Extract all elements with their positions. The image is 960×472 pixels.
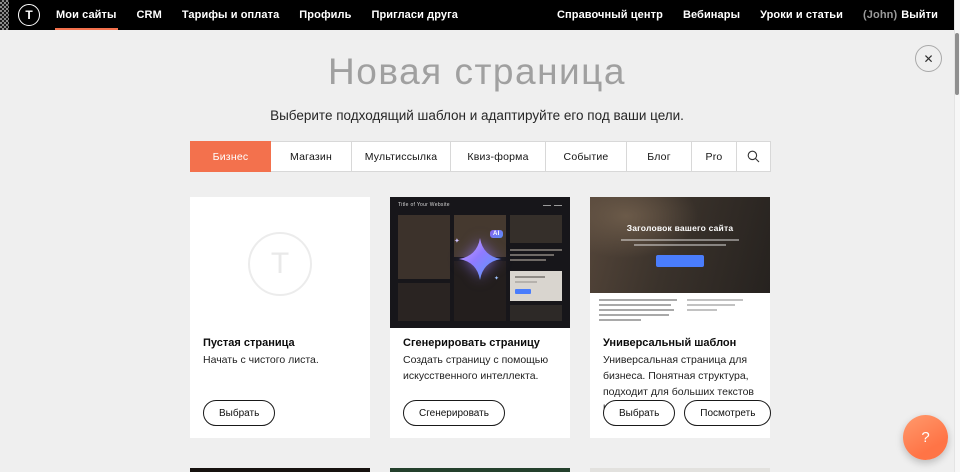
template-card-partial [390, 468, 570, 472]
tab-label: Событие [564, 151, 609, 163]
tab-label: Pro [706, 151, 723, 163]
nav-item-lessons-articles[interactable]: Уроки и статьи [750, 0, 853, 30]
preview-photo-block [510, 215, 562, 243]
corner-pattern-decoration [0, 0, 9, 30]
scrollbar-thumb[interactable] [955, 33, 959, 95]
nav-item-label: CRM [137, 9, 162, 21]
nav-item-label: Тарифы и оплата [182, 9, 279, 21]
nav-item-crm[interactable]: CRM [127, 0, 172, 30]
choose-blank-button[interactable]: Выбрать [203, 400, 275, 426]
tab-label: Блог [647, 151, 671, 163]
view-universal-button[interactable]: Посмотреть [684, 400, 771, 426]
primary-nav: Мои сайты CRM Тарифы и оплата Профиль Пр… [46, 0, 468, 30]
nav-item-label: Профиль [299, 9, 351, 21]
preview-photo-block [398, 215, 450, 279]
template-category-tabs: Бизнес Магазин Мультиссылка Квиз-форма С… [190, 141, 771, 172]
nav-item-label: Мои сайты [56, 9, 117, 21]
card-description: Начать с чистого листа. [203, 353, 359, 369]
nav-item-label: Уроки и статьи [760, 9, 843, 21]
nav-item-webinars[interactable]: Вебинары [673, 0, 750, 30]
preview-photo-block [398, 283, 450, 321]
tab-blog[interactable]: Блог [627, 142, 692, 171]
help-button[interactable]: ? [903, 415, 948, 460]
secondary-nav: Справочный центр Вебинары Уроки и статьи… [547, 0, 960, 30]
generate-button[interactable]: Сгенерировать [403, 400, 505, 426]
question-mark-icon: ? [921, 429, 929, 446]
preview-menu-icon [543, 205, 562, 206]
preview-hero-heading: Заголовок вашего сайта [590, 223, 770, 233]
nav-item-help-center[interactable]: Справочный центр [547, 0, 673, 30]
tab-quiz-form[interactable]: Квиз-форма [451, 142, 546, 171]
page-subtitle: Выберите подходящий шаблон и адаптируйте… [0, 108, 954, 123]
card-title: Сгенерировать страницу [403, 337, 557, 349]
preview-card-block [510, 271, 562, 301]
new-page-modal-screen: T Мои сайты CRM Тарифы и оплата Профиль … [0, 0, 960, 472]
nav-item-label: Вебинары [683, 9, 740, 21]
search-icon [747, 150, 760, 163]
ai-star-icon [458, 237, 502, 281]
tab-label: Бизнес [213, 151, 249, 163]
nav-item-label: Пригласи друга [371, 9, 458, 21]
tab-shop[interactable]: Магазин [271, 142, 352, 171]
universal-preview-image: Заголовок вашего сайта [590, 197, 770, 328]
nav-item-invite-friend[interactable]: Пригласи друга [361, 0, 468, 30]
tab-pro[interactable]: Pro [692, 142, 737, 171]
tilda-logo-letter: T [25, 8, 32, 22]
preview-paragraph-lines [599, 299, 677, 324]
tilda-logo[interactable]: T [18, 4, 40, 26]
template-card-blank: T Пустая страница Начать с чистого листа… [190, 197, 370, 438]
template-card-universal: Заголовок вашего сайта Универсальный шаб… [590, 197, 770, 438]
tab-event[interactable]: Событие [546, 142, 627, 171]
preview-caption-line [621, 239, 739, 241]
tab-multilink[interactable]: Мультиссылка [352, 142, 451, 171]
template-card-generate: Title of Your Website ✦ ✦ [390, 197, 570, 438]
template-card-partial [590, 468, 770, 472]
nav-item-label: Справочный центр [557, 9, 663, 21]
nav-item-profile[interactable]: Профиль [289, 0, 361, 30]
card-actions: Выбрать Посмотреть [603, 400, 771, 426]
card-description: Создать страницу с помощью искусственног… [403, 353, 559, 385]
preview-hero-section: Заголовок вашего сайта [590, 197, 770, 293]
preview-text-section [590, 293, 770, 328]
ai-badge: AI [490, 230, 503, 238]
preview-site-title: Title of Your Website [398, 202, 450, 208]
preview-text-lines [510, 249, 562, 264]
preview-paragraph-lines [687, 299, 743, 314]
generate-preview-image: Title of Your Website ✦ ✦ [390, 197, 570, 328]
scrollbar-track[interactable] [954, 0, 960, 472]
card-actions: Выбрать [203, 400, 275, 426]
user-name-label: (John) [863, 9, 897, 21]
tab-search[interactable] [737, 142, 770, 171]
preview-photo-block [510, 305, 562, 321]
tab-label: Магазин [290, 151, 332, 163]
tab-business[interactable]: Бизнес [190, 141, 271, 172]
preview-caption-line [634, 244, 726, 246]
template-card-partial [190, 468, 370, 472]
card-actions: Сгенерировать [403, 400, 505, 426]
preview-cta-button [656, 255, 704, 267]
card-title: Пустая страница [203, 337, 357, 349]
top-navigation-bar: T Мои сайты CRM Тарифы и оплата Профиль … [0, 0, 960, 30]
tilda-watermark-letter: T [271, 247, 289, 281]
page-title: Новая страница [0, 51, 954, 93]
nav-item-my-sites[interactable]: Мои сайты [46, 0, 127, 30]
tab-label: Мультиссылка [365, 151, 438, 163]
logout-label: Выйти [901, 9, 938, 21]
nav-item-logout[interactable]: (John) Выйти [853, 0, 948, 30]
card-title: Универсальный шаблон [603, 337, 757, 349]
blank-page-watermark: T [248, 232, 312, 296]
tab-label: Квиз-форма [467, 151, 528, 163]
choose-universal-button[interactable]: Выбрать [603, 400, 675, 426]
preview-blue-button [515, 289, 531, 294]
nav-item-plans-payment[interactable]: Тарифы и оплата [172, 0, 289, 30]
preview-header: Title of Your Website [390, 197, 570, 213]
